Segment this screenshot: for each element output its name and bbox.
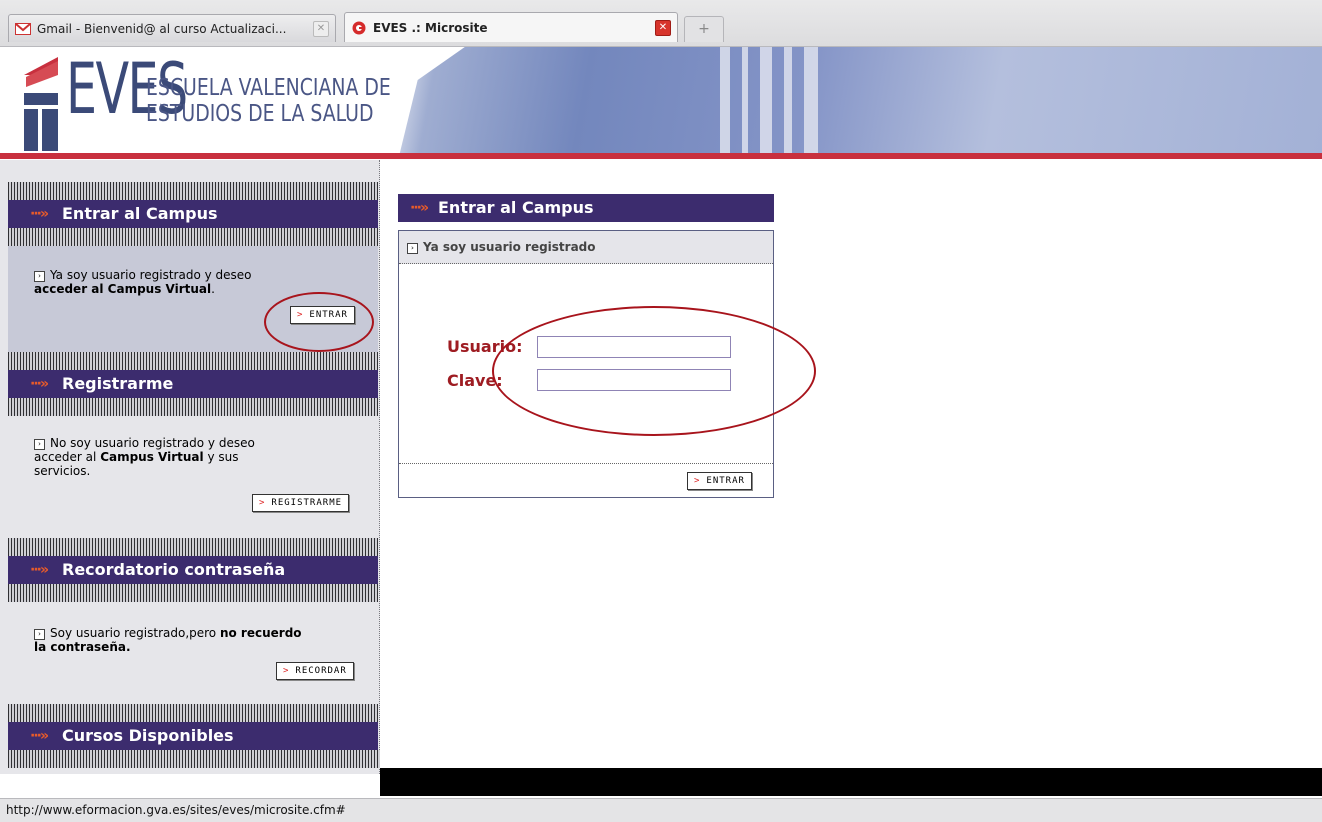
login-footer-divider [399, 463, 773, 464]
tab-eves-microsite[interactable]: EVES .: Microsite ✕ [344, 12, 678, 42]
chevron-right-icon: > [283, 666, 290, 676]
username-input[interactable] [537, 336, 731, 358]
sidebar-entrar-button[interactable]: > ENTRAR [290, 306, 355, 324]
sidebar-heading-cursos[interactable]: ···» Cursos Disponibles [8, 722, 378, 750]
eves-logo-icon [24, 57, 58, 151]
gmail-icon [15, 22, 31, 36]
chevron-right-icon: > [694, 476, 701, 486]
new-tab-button[interactable]: + [684, 16, 724, 42]
login-submit-button[interactable]: > ENTRAR [687, 472, 752, 490]
arrow-icon: ···» [30, 728, 49, 744]
tab-label: Gmail - Bienvenid@ al curso Actualizaci.… [37, 21, 287, 36]
browser-tab-strip: Gmail - Bienvenid@ al curso Actualizaci.… [0, 0, 1322, 47]
header-divider [0, 153, 1322, 159]
footer-bar [380, 768, 1322, 796]
arrow-icon: ···» [30, 562, 49, 578]
close-icon[interactable]: ✕ [655, 19, 671, 36]
sidebar-section-recordatorio: › Soy usuario registrado,pero no recuerdo… [34, 626, 302, 654]
stripe-decoration [8, 398, 378, 416]
tab-gmail[interactable]: Gmail - Bienvenid@ al curso Actualizaci.… [8, 14, 336, 42]
tab-label: EVES .: Microsite [373, 20, 488, 35]
arrow-icon: ···» [30, 206, 49, 222]
bullet-box-icon: › [34, 629, 45, 640]
password-label: Clave: [447, 371, 503, 390]
site-header: EVES ESCUELA VALENCIANA DE ESTUDIOS DE L… [0, 47, 1322, 157]
stripe-decoration [8, 584, 378, 602]
login-subtitle: › Ya soy usuario registrado [399, 231, 773, 264]
bullet-box-icon: › [34, 439, 45, 450]
header-building-image [398, 47, 1322, 157]
site-favicon-icon [351, 21, 367, 35]
arrow-icon: ···» [410, 200, 429, 216]
close-icon[interactable]: ✕ [313, 20, 329, 37]
stripe-decoration [8, 352, 378, 370]
login-panel: › Ya soy usuario registrado Usuario: Clav… [398, 230, 774, 498]
stripe-decoration [8, 182, 378, 200]
sidebar-heading-registrarme[interactable]: ···» Registrarme [8, 370, 378, 398]
logo-subtitle: ESCUELA VALENCIANA DE ESTUDIOS DE LA SAL… [146, 75, 391, 127]
sidebar-section-registrarme: › No soy usuario registrado y deseo acced… [34, 436, 255, 478]
stripe-decoration [8, 704, 378, 722]
username-label: Usuario: [447, 337, 523, 356]
stripe-decoration [8, 228, 378, 246]
sidebar-registrarme-button[interactable]: > REGISTRARME [252, 494, 350, 512]
password-input[interactable] [537, 369, 731, 391]
chevron-right-icon: > [259, 498, 266, 508]
arrow-icon: ···» [30, 376, 49, 392]
bullet-box-icon: › [34, 271, 45, 282]
chevron-right-icon: > [297, 310, 304, 320]
sidebar-recordar-button[interactable]: > RECORDAR [276, 662, 354, 680]
bullet-box-icon: › [407, 243, 418, 254]
login-panel-title: ···» Entrar al Campus [398, 194, 774, 222]
sidebar-section-entrar: › Ya soy usuario registrado y deseo acced… [8, 246, 378, 352]
sidebar-heading-entrar[interactable]: ···» Entrar al Campus [8, 200, 378, 228]
stripe-decoration [8, 750, 380, 768]
sidebar-heading-recordatorio[interactable]: ···» Recordatorio contraseña [8, 556, 378, 584]
stripe-decoration [8, 538, 378, 556]
status-bar: http://www.eformacion.gva.es/sites/eves/… [0, 798, 1322, 822]
